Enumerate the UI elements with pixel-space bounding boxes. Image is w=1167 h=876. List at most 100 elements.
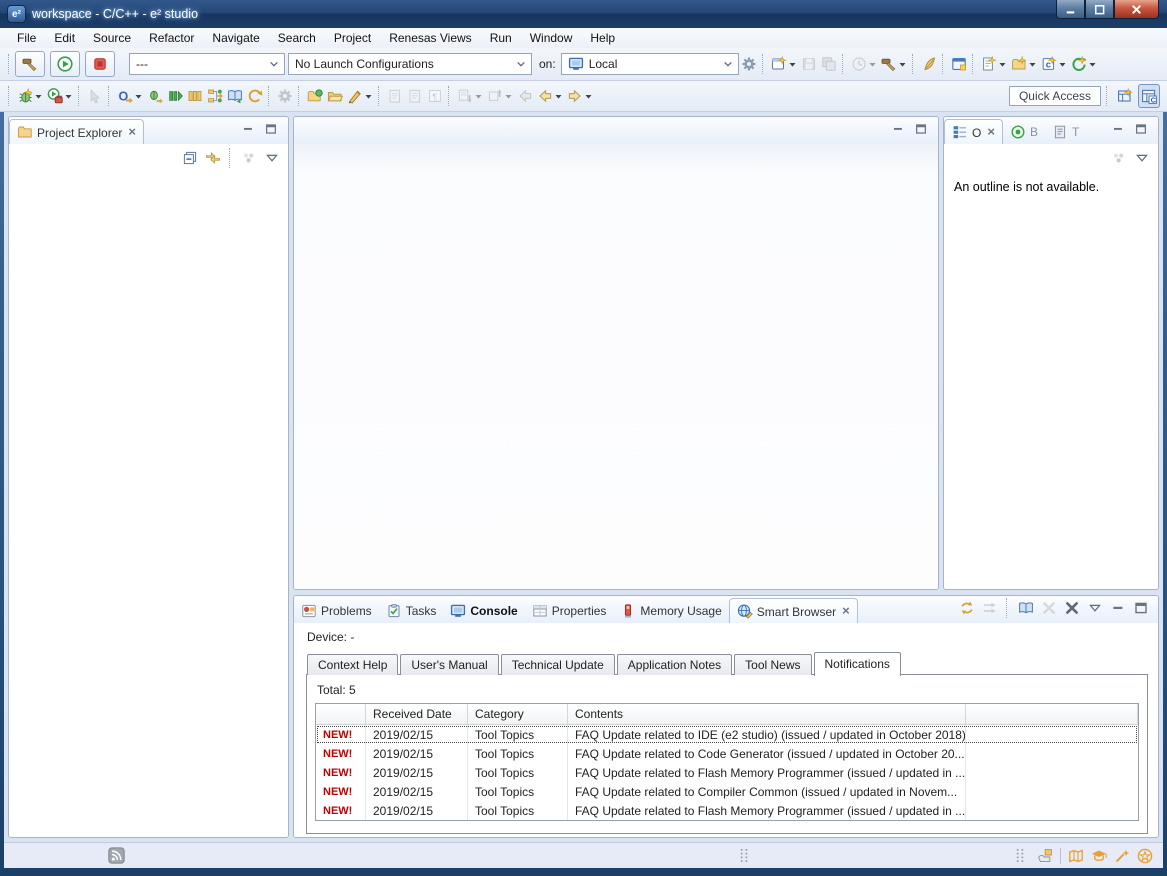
editor-body[interactable]: [294, 144, 938, 589]
tab-memory-usage[interactable]: Memory Usage: [613, 598, 728, 623]
tab-smart-browser[interactable]: Smart Browser×: [729, 598, 858, 623]
mark-occurrences-icon[interactable]: [345, 84, 375, 108]
subtab-user-s-manual[interactable]: User's Manual: [400, 654, 498, 675]
menu-item-source[interactable]: Source: [84, 29, 140, 47]
subtab-context-help[interactable]: Context Help: [307, 654, 398, 675]
subtab-technical-update[interactable]: Technical Update: [501, 654, 615, 675]
view-menu-arrow-icon[interactable]: [262, 146, 282, 170]
install-update-icon[interactable]: [1037, 848, 1053, 864]
menu-item-edit[interactable]: Edit: [45, 29, 84, 47]
project-explorer-body[interactable]: [9, 172, 288, 837]
new-c-file-icon[interactable]: [979, 52, 1009, 76]
build-all-icon[interactable]: [879, 52, 909, 76]
view-menu-arrow-icon[interactable]: [1085, 596, 1105, 620]
close-icon[interactable]: ×: [985, 127, 995, 137]
close-icon[interactable]: ×: [840, 606, 850, 616]
table-row[interactable]: NEW!2019/02/15Tool TopicsFAQ Update rela…: [316, 763, 1138, 782]
column-header[interactable]: Contents: [568, 704, 966, 724]
menu-item-window[interactable]: Window: [521, 29, 582, 47]
tab-tasks[interactable]: Tasks: [379, 598, 444, 623]
tab-outline-o[interactable]: O×: [944, 119, 1003, 144]
menu-item-run[interactable]: Run: [481, 29, 521, 47]
tab-problems[interactable]: Problems: [294, 598, 379, 623]
column-header[interactable]: Received Date: [366, 704, 468, 724]
menu-item-search[interactable]: Search: [269, 29, 325, 47]
menu-item-renesas-views[interactable]: Renesas Views: [380, 29, 481, 47]
tab-console[interactable]: Console: [443, 598, 524, 623]
maximize-view-icon[interactable]: [911, 117, 931, 141]
realtime-profile-icon[interactable]: [165, 84, 185, 108]
collapse-all-icon[interactable]: [180, 146, 200, 170]
open-element-icon[interactable]: [949, 52, 969, 76]
build-config-combo[interactable]: ---: [129, 53, 285, 75]
table-row[interactable]: NEW!2019/02/15Tool TopicsFAQ Update rela…: [316, 801, 1138, 820]
rss-feed-icon[interactable]: [108, 847, 125, 864]
menu-item-file[interactable]: File: [8, 29, 45, 47]
run-button[interactable]: [50, 51, 80, 77]
performance-analysis-icon[interactable]: [205, 84, 225, 108]
column-header[interactable]: Category: [468, 704, 568, 724]
build-button[interactable]: [15, 51, 45, 77]
minimize-view-icon[interactable]: [888, 117, 908, 141]
cpp-perspective-icon[interactable]: C: [1138, 84, 1160, 108]
forward-icon[interactable]: [565, 84, 595, 108]
column-header[interactable]: [316, 704, 366, 724]
open-folder-icon[interactable]: [325, 84, 345, 108]
table-row[interactable]: NEW!2019/02/15Tool TopicsFAQ Update rela…: [316, 744, 1138, 763]
new-project-icon[interactable]: [1009, 52, 1039, 76]
minimize-view-icon[interactable]: [1108, 596, 1128, 620]
column-header[interactable]: [966, 704, 1138, 724]
menu-item-project[interactable]: Project: [325, 29, 380, 47]
tab-properties[interactable]: Properties: [525, 598, 614, 623]
tab-project-explorer[interactable]: Project Explorer ×: [9, 119, 144, 144]
close-icon[interactable]: ×: [126, 127, 136, 137]
view-menu-arrow-icon[interactable]: [1132, 146, 1152, 170]
target-combo[interactable]: Local: [561, 53, 739, 75]
minimize-window-button[interactable]: [1056, 0, 1085, 19]
whats-new-icon[interactable]: [1114, 848, 1130, 864]
new-c-source-icon[interactable]: c: [1039, 52, 1069, 76]
link-with-editor-icon[interactable]: [203, 146, 223, 170]
close-window-button[interactable]: [1114, 0, 1159, 19]
subtab-application-notes[interactable]: Application Notes: [617, 654, 732, 675]
code-generator-icon[interactable]: [1069, 52, 1099, 76]
tab-outline-t[interactable]: T: [1045, 119, 1086, 144]
back-icon[interactable]: [535, 84, 565, 108]
open-manual-icon[interactable]: [1016, 596, 1036, 620]
new-wizard-icon[interactable]: [769, 52, 799, 76]
minimize-view-icon[interactable]: [238, 117, 258, 141]
menu-item-refactor[interactable]: Refactor: [140, 29, 203, 47]
menu-item-help[interactable]: Help: [581, 29, 624, 47]
menu-item-navigate[interactable]: Navigate: [203, 29, 268, 47]
tutorials-icon[interactable]: [1091, 848, 1107, 864]
memory-bars-icon[interactable]: [185, 84, 205, 108]
maximize-view-icon[interactable]: [1131, 117, 1151, 141]
status-drag-handle[interactable]: [1013, 848, 1028, 863]
target-settings-icon[interactable]: [739, 52, 759, 76]
subtab-notifications[interactable]: Notifications: [814, 652, 901, 676]
stop-button[interactable]: [85, 51, 115, 77]
table-row[interactable]: NEW!2019/02/15Tool TopicsFAQ Update rela…: [316, 782, 1138, 801]
quick-access-button[interactable]: Quick Access: [1009, 86, 1101, 106]
maximize-view-icon[interactable]: [261, 117, 281, 141]
optimization-icon[interactable]: O: [115, 84, 145, 108]
search-icon[interactable]: [919, 52, 939, 76]
refresh-library-icon[interactable]: [225, 84, 245, 108]
debug-icon[interactable]: [15, 84, 45, 108]
launch-config-combo[interactable]: No Launch Configurations: [288, 53, 532, 75]
minimize-view-icon[interactable]: [1108, 117, 1128, 141]
welcome-icon[interactable]: [1137, 848, 1153, 864]
tab-outline-b[interactable]: B: [1003, 119, 1045, 144]
coverage-icon[interactable]: [145, 84, 165, 108]
subtab-tool-news[interactable]: Tool News: [734, 654, 811, 675]
table-row[interactable]: NEW!2019/02/15Tool TopicsFAQ Update rela…: [316, 725, 1138, 744]
maximize-window-button[interactable]: [1085, 0, 1114, 19]
maximize-view-icon[interactable]: [1131, 596, 1151, 620]
import-project-icon[interactable]: [305, 84, 325, 108]
open-perspective-icon[interactable]: [1115, 84, 1135, 108]
reset-icon[interactable]: [245, 84, 265, 108]
map-icon[interactable]: [1068, 848, 1084, 864]
run-icon[interactable]: [45, 84, 75, 108]
refresh-icon[interactable]: [957, 596, 977, 620]
status-drag-handle[interactable]: [737, 848, 752, 863]
